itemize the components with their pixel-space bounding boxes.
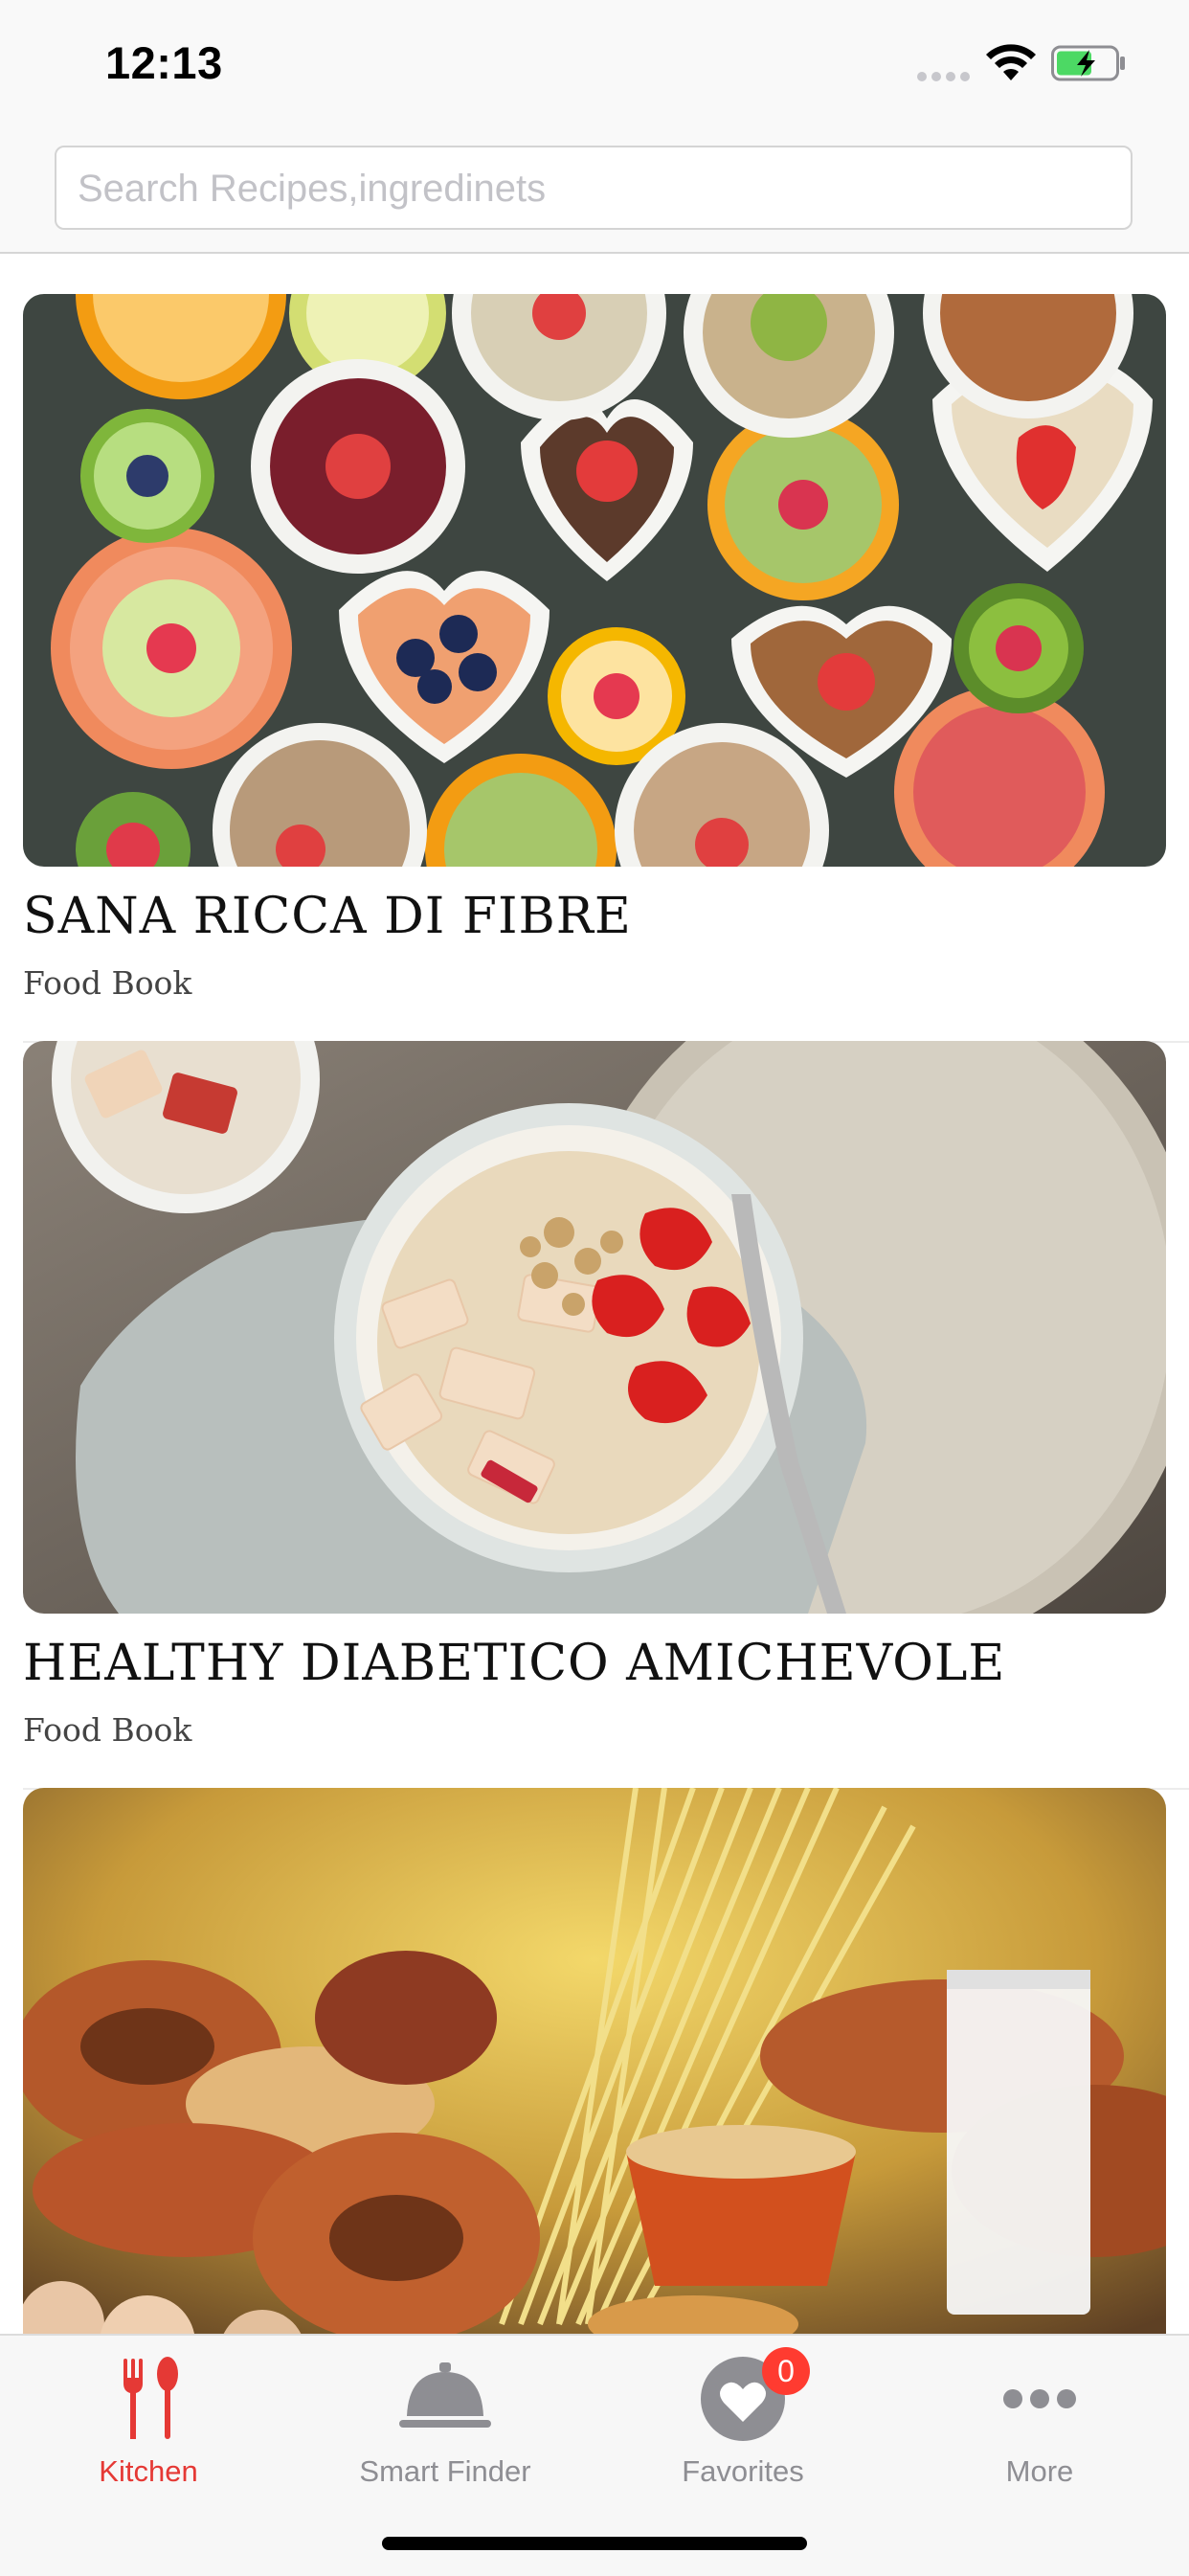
favorites-badge: 0	[762, 2347, 810, 2395]
tab-more[interactable]: More	[891, 2336, 1188, 2508]
recipe-title[interactable]: HEALTHY DIABETICO AMICHEVOLE	[23, 1635, 1005, 1692]
tab-kitchen[interactable]: Kitchen	[0, 2336, 297, 2508]
more-dots-icon	[1003, 2389, 1076, 2408]
recipe-card[interactable]	[0, 1748, 1189, 2334]
tab-label: Kitchen	[99, 2454, 198, 2488]
home-indicator	[382, 2537, 807, 2550]
recipe-image[interactable]	[23, 1788, 1166, 2334]
search-header	[0, 124, 1189, 254]
tab-label: Favorites	[682, 2454, 804, 2488]
cloche-icon	[399, 2362, 491, 2428]
status-bar: 12:13	[0, 0, 1189, 124]
tab-favorites[interactable]: 0 Favorites	[594, 2336, 891, 2508]
recipe-title[interactable]: SANA RICCA DI FIBRE	[23, 888, 632, 945]
wifi-icon	[986, 44, 1036, 80]
fork-spoon-icon	[123, 2357, 178, 2439]
tab-label: Smart Finder	[359, 2454, 531, 2488]
recipe-subtitle: Food Book	[23, 964, 192, 1002]
tab-smart-finder[interactable]: Smart Finder	[297, 2336, 594, 2508]
recipe-image[interactable]	[23, 1041, 1166, 1614]
search-bar[interactable]	[55, 146, 1133, 230]
recipe-subtitle: Food Book	[23, 1711, 192, 1749]
cellular-signal-icon	[917, 72, 970, 81]
recipe-card[interactable]: HEALTHY DIABETICO AMICHEVOLE Food Book	[0, 1001, 1189, 1790]
recipe-image[interactable]	[23, 294, 1166, 867]
recipe-card[interactable]: SANA RICCA DI FIBRE Food Book	[0, 254, 1189, 1043]
recipe-feed[interactable]: SANA RICCA DI FIBRE Food Book HEALTHY DI…	[0, 254, 1189, 2334]
battery-charging-icon	[1051, 45, 1125, 81]
tab-label: More	[1005, 2454, 1074, 2488]
search-input[interactable]	[76, 147, 1113, 230]
status-time: 12:13	[105, 37, 223, 88]
